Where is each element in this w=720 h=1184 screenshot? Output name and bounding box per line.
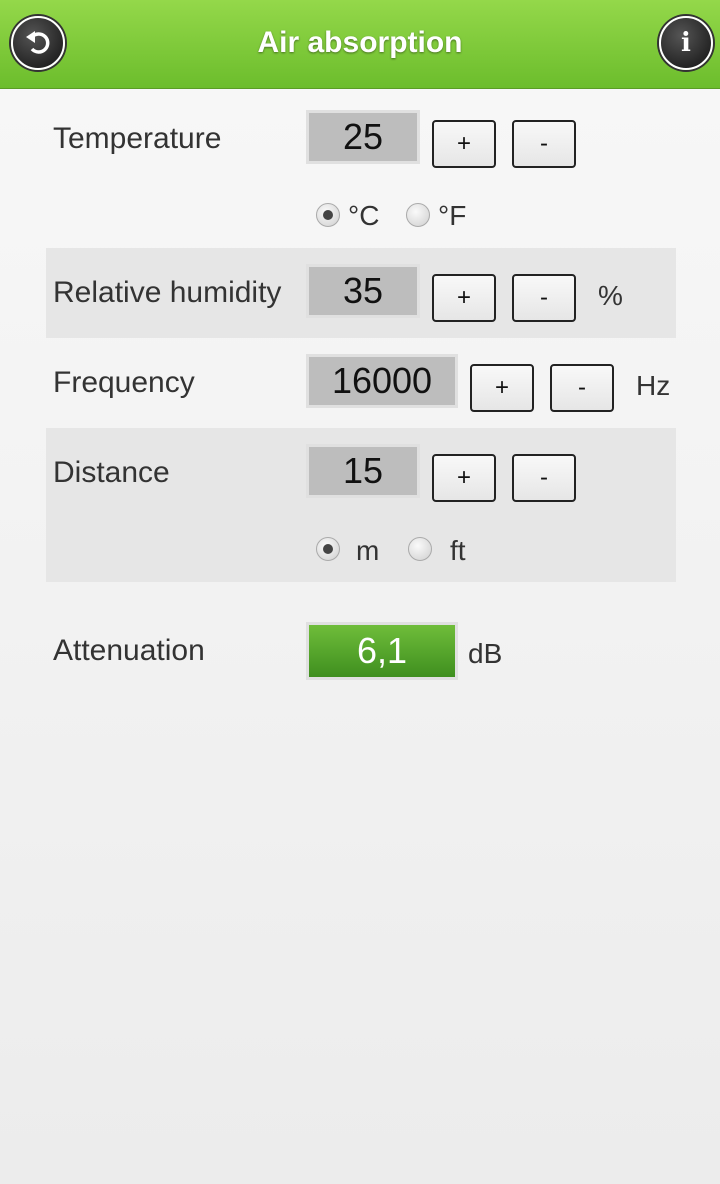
humidity-value: 35: [306, 264, 420, 318]
attenuation-value: 6,1: [306, 622, 458, 680]
temperature-label: Temperature: [53, 122, 222, 155]
temperature-value: 25: [306, 110, 420, 164]
distance-increase-button[interactable]: +: [432, 454, 496, 502]
back-button[interactable]: [11, 16, 65, 70]
attenuation-unit: dB: [468, 638, 503, 669]
page-title: Air absorption: [257, 26, 463, 59]
fahrenheit-label[interactable]: °F: [438, 200, 466, 232]
celsius-radio[interactable]: [316, 203, 340, 227]
info-icon: i: [681, 28, 691, 58]
meters-radio[interactable]: [316, 537, 340, 561]
temperature-decrease-button[interactable]: -: [512, 120, 576, 168]
humidity-label: Relative humidity: [53, 276, 282, 309]
feet-radio[interactable]: [408, 537, 432, 561]
info-button[interactable]: i: [659, 16, 713, 70]
back-arrow-icon: [26, 31, 50, 54]
frequency-value: 16000: [306, 354, 458, 408]
celsius-label[interactable]: °C: [348, 200, 379, 232]
feet-label[interactable]: ft: [450, 535, 466, 567]
fahrenheit-radio[interactable]: [406, 203, 430, 227]
distance-decrease-button[interactable]: -: [512, 454, 576, 502]
frequency-label: Frequency: [53, 366, 195, 399]
frequency-increase-button[interactable]: +: [470, 364, 534, 412]
humidity-increase-button[interactable]: +: [432, 274, 496, 322]
temperature-increase-button[interactable]: +: [432, 120, 496, 168]
humidity-unit: %: [598, 280, 623, 311]
frequency-decrease-button[interactable]: -: [550, 364, 614, 412]
distance-value: 15: [306, 444, 420, 498]
humidity-decrease-button[interactable]: -: [512, 274, 576, 322]
meters-label[interactable]: m: [356, 535, 379, 567]
frequency-unit: Hz: [636, 370, 671, 401]
attenuation-label: Attenuation: [53, 634, 205, 667]
distance-label: Distance: [53, 456, 170, 489]
